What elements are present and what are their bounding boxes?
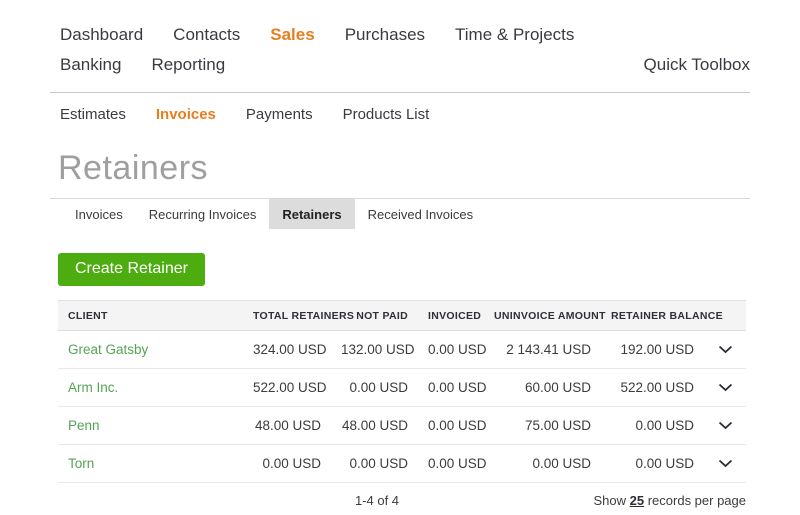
create-retainer-button[interactable]: Create Retainer	[58, 253, 205, 286]
chevron-down-icon[interactable]	[718, 345, 733, 354]
tab-retainers[interactable]: Retainers	[269, 199, 355, 229]
nav-item-sales[interactable]: Sales	[270, 20, 314, 50]
table-row: Arm Inc. 522.00 USD 0.00 USD 0.00 USD 60…	[58, 368, 746, 407]
uninvoice-amount-value: 60.00 USD	[484, 368, 601, 407]
column-header-retainer-balance: RETAINER BALANCE	[601, 300, 723, 331]
retainers-table: CLIENT TOTAL RETAINERS NOT PAID INVOICED…	[58, 300, 746, 483]
not-paid-value: 48.00 USD	[331, 406, 418, 445]
client-link[interactable]: Arm Inc.	[68, 380, 118, 395]
total-retainers-value: 324.00 USD	[243, 330, 331, 369]
uninvoice-amount-value: 2 143.41 USD	[484, 330, 601, 369]
nav-item-contacts[interactable]: Contacts	[173, 20, 240, 50]
page-title: Retainers	[58, 149, 209, 187]
table-footer: 1-4 of 4 Show 25 records per page	[58, 493, 746, 515]
nav-item-quick-toolbox[interactable]: Quick Toolbox	[644, 50, 750, 80]
column-header-client: CLIENT	[58, 300, 243, 331]
not-paid-value: 0.00 USD	[331, 444, 418, 483]
main-nav-row-2: Banking Reporting Quick Toolbox	[60, 50, 750, 80]
retainer-balance-value: 0.00 USD	[601, 406, 704, 445]
subnav-item-estimates[interactable]: Estimates	[60, 105, 126, 125]
tab-received-invoices[interactable]: Received Invoices	[355, 199, 487, 229]
nav-item-banking[interactable]: Banking	[60, 50, 121, 80]
chevron-down-icon[interactable]	[718, 459, 733, 468]
nav-item-dashboard[interactable]: Dashboard	[60, 20, 143, 50]
main-navigation: Dashboard Contacts Sales Purchases Time …	[50, 20, 750, 80]
chevron-down-icon[interactable]	[718, 383, 733, 392]
total-retainers-value: 48.00 USD	[243, 406, 331, 445]
tab-recurring-invoices[interactable]: Recurring Invoices	[136, 199, 270, 229]
retainer-balance-value: 522.00 USD	[601, 368, 704, 407]
table-row: Torn 0.00 USD 0.00 USD 0.00 USD 0.00 USD…	[58, 444, 746, 483]
subnav-item-payments[interactable]: Payments	[246, 105, 313, 125]
invoiced-value: 0.00 USD	[418, 444, 487, 483]
invoiced-value: 0.00 USD	[418, 330, 487, 369]
sales-sub-navigation: Estimates Invoices Payments Products Lis…	[50, 105, 750, 125]
nav-item-time-projects[interactable]: Time & Projects	[455, 20, 574, 50]
retainer-balance-value: 192.00 USD	[601, 330, 704, 369]
invoiced-value: 0.00 USD	[418, 368, 487, 407]
records-per-page: Show 25 records per page	[593, 493, 746, 508]
uninvoice-amount-value: 0.00 USD	[484, 444, 601, 483]
subnav-item-products-list[interactable]: Products List	[343, 105, 430, 125]
client-link[interactable]: Great Gatsby	[68, 342, 148, 357]
invoiced-value: 0.00 USD	[418, 406, 487, 445]
per-page-link[interactable]: 25	[630, 493, 644, 508]
total-retainers-value: 0.00 USD	[243, 444, 331, 483]
client-link[interactable]: Penn	[68, 418, 100, 433]
client-link[interactable]: Torn	[68, 456, 94, 471]
show-label: Show	[593, 493, 626, 508]
nav-item-reporting[interactable]: Reporting	[151, 50, 225, 80]
column-header-total-retainers: TOTAL RETAINERS	[243, 300, 354, 331]
total-retainers-value: 522.00 USD	[243, 368, 331, 407]
retainer-balance-value: 0.00 USD	[601, 444, 704, 483]
page-container: Dashboard Contacts Sales Purchases Time …	[50, 0, 750, 515]
invoice-tabs: Invoices Recurring Invoices Retainers Re…	[50, 198, 750, 229]
nav-divider	[50, 92, 750, 93]
table-row: Great Gatsby 324.00 USD 132.00 USD 0.00 …	[58, 330, 746, 369]
chevron-down-icon[interactable]	[718, 421, 733, 430]
records-label: records per page	[647, 493, 746, 508]
uninvoice-amount-value: 75.00 USD	[484, 406, 601, 445]
column-header-uninvoice-amount: UNINVOICE AMOUNT	[484, 300, 605, 331]
table-row: Penn 48.00 USD 48.00 USD 0.00 USD 75.00 …	[58, 406, 746, 445]
column-header-invoiced: INVOICED	[418, 300, 484, 331]
main-nav-row-1: Dashboard Contacts Sales Purchases Time …	[60, 20, 750, 50]
not-paid-value: 132.00 USD	[331, 330, 418, 369]
table-header: CLIENT TOTAL RETAINERS NOT PAID INVOICED…	[58, 300, 746, 331]
subnav-item-invoices[interactable]: Invoices	[156, 105, 216, 125]
not-paid-value: 0.00 USD	[331, 368, 418, 407]
tab-invoices[interactable]: Invoices	[62, 199, 136, 229]
nav-item-purchases[interactable]: Purchases	[345, 20, 425, 50]
